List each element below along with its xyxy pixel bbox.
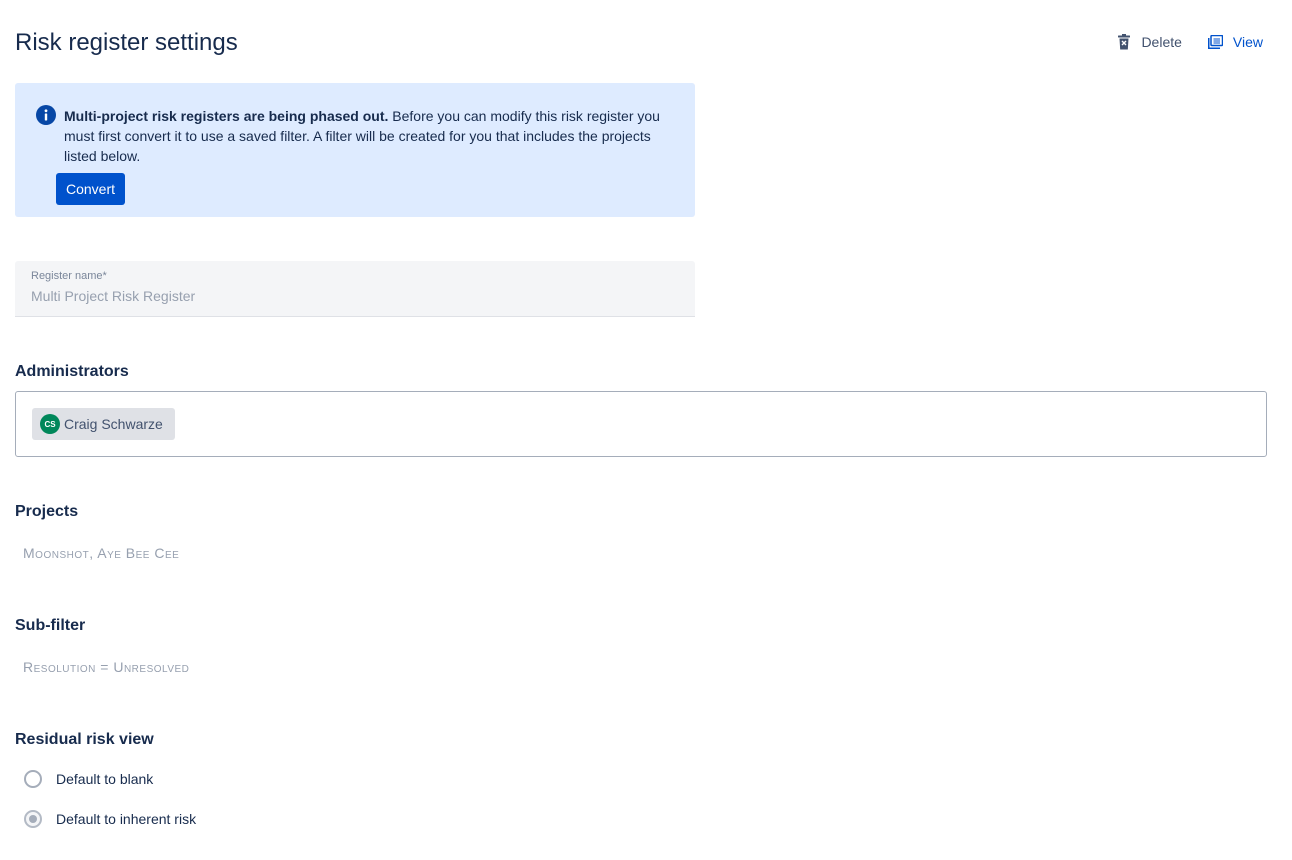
administrators-heading: Administrators	[15, 363, 129, 380]
page-actions: Delete View	[1117, 34, 1263, 50]
view-button[interactable]: View	[1207, 34, 1263, 50]
radio-default-to-blank[interactable]: Default to blank	[24, 770, 153, 788]
radio-button[interactable]	[24, 770, 42, 788]
projects-value: Moonshot, Aye Bee Cee	[23, 545, 180, 561]
register-name-value: Multi Project Risk Register	[31, 288, 196, 304]
register-name-label: Register name*	[31, 270, 107, 282]
sub-filter-value: Resolution = Unresolved	[23, 659, 190, 675]
radio-default-to-inherent-risk[interactable]: Default to inherent risk	[24, 810, 196, 828]
radio-button[interactable]	[24, 810, 42, 828]
banner-bold-text: Multi-project risk registers are being p…	[64, 108, 389, 124]
residual-risk-view-heading: Residual risk view	[15, 731, 154, 748]
info-icon	[36, 105, 56, 125]
trash-icon	[1118, 34, 1131, 50]
delete-button[interactable]: Delete	[1117, 34, 1182, 50]
sub-filter-heading: Sub-filter	[15, 617, 86, 634]
phase-out-banner: Multi-project risk registers are being p…	[15, 83, 695, 217]
register-name-field[interactable]: Register name* Multi Project Risk Regist…	[15, 261, 695, 317]
user-chip-label: Craig Schwarze	[64, 416, 163, 432]
view-label: View	[1232, 34, 1263, 50]
administrators-picker[interactable]: CS Craig Schwarze	[15, 391, 1267, 457]
projects-heading: Projects	[15, 503, 79, 520]
view-list-icon	[1207, 35, 1223, 49]
user-chip[interactable]: CS Craig Schwarze	[32, 408, 175, 440]
banner-message: Multi-project risk registers are being p…	[64, 106, 674, 166]
page-title: Risk register settings	[15, 29, 238, 56]
delete-label: Delete	[1141, 34, 1182, 50]
avatar: CS	[40, 414, 60, 434]
radio-label: Default to inherent risk	[56, 811, 197, 827]
convert-button[interactable]: Convert	[56, 173, 126, 205]
radio-label: Default to blank	[56, 771, 154, 787]
